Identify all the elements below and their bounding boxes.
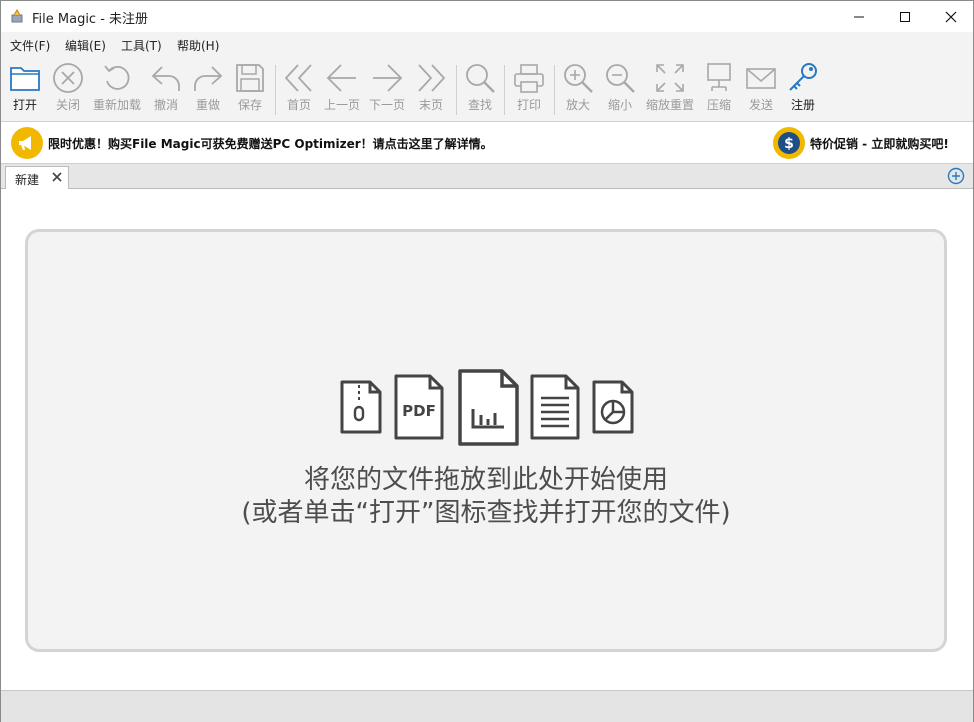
close-file-button[interactable]: 关闭 (49, 57, 87, 121)
megaphone-icon (11, 127, 43, 159)
double-chevron-left-icon (284, 64, 312, 92)
zoom-in-button[interactable]: 放大 (559, 57, 597, 121)
pdf-label: PDF (402, 402, 436, 420)
save-icon (236, 64, 264, 92)
last-label: 末页 (418, 98, 443, 112)
promo-offer-link[interactable]: 限时优惠！购买File Magic可获免费赠送PC Optimizer！请点击这… (48, 135, 493, 152)
close-circle-icon (53, 63, 83, 93)
reload-button[interactable]: 重新加载 (91, 57, 143, 121)
compress-button[interactable]: 压缩 (700, 57, 738, 121)
prev-label: 上一页 (323, 98, 360, 112)
minimize-icon (854, 16, 864, 17)
tab-label: 新建 (15, 173, 40, 187)
print-label: 打印 (516, 98, 541, 112)
zoom-reset-label: 缩放重置 (645, 98, 694, 112)
menu-bar: 文件(F) 编辑(E) 工具(T) 帮助(H) (1, 32, 973, 57)
zoom-out-button[interactable]: 缩小 (601, 57, 639, 121)
maximize-icon (900, 11, 910, 22)
close-label: 关闭 (55, 98, 80, 112)
menu-help[interactable]: 帮助(H) (177, 37, 219, 54)
close-icon (945, 11, 957, 22)
undo-button[interactable]: 撤消 (147, 57, 185, 121)
drop-hint: (或者单击“打开”图标查找并打开您的文件) (241, 498, 731, 528)
last-page-button[interactable]: 末页 (412, 57, 450, 121)
arrow-left-icon (326, 64, 356, 92)
envelope-icon (746, 68, 776, 89)
title-bar: File Magic - 未注册 (1, 1, 973, 32)
find-button[interactable]: 查找 (461, 57, 499, 121)
file-type-icons: PDF (340, 369, 634, 446)
document-file-icon (530, 374, 580, 440)
compress-label: 压缩 (706, 98, 731, 112)
prev-page-button[interactable]: 上一页 (322, 57, 362, 121)
register-label: 注册 (790, 98, 815, 112)
undo-label: 撤消 (153, 98, 178, 112)
app-logo-icon (11, 9, 23, 23)
tab-close-icon[interactable] (52, 172, 62, 182)
zoom-reset-button[interactable]: 缩放重置 (643, 57, 697, 121)
redo-icon (194, 66, 223, 91)
minimize-button[interactable] (836, 1, 882, 32)
dollar-icon: $ (773, 127, 805, 159)
key-icon (789, 63, 817, 91)
promo-bar[interactable]: 限时优惠！购买File Magic可获免费赠送PC Optimizer！请点击这… (1, 122, 973, 164)
svg-text:$: $ (784, 136, 794, 152)
promo-buy-link[interactable]: 特价促销 - 立即就购买吧! (810, 135, 949, 152)
compress-icon (707, 63, 731, 91)
first-page-button[interactable]: 首页 (280, 57, 318, 121)
expand-icon (656, 64, 684, 92)
zip-file-icon (340, 380, 382, 434)
zoom-in-label: 放大 (565, 98, 590, 112)
open-button[interactable]: 打开 (6, 57, 44, 121)
search-icon (466, 64, 495, 93)
double-chevron-right-icon (418, 64, 446, 92)
printer-icon (514, 64, 544, 93)
toolbar-divider (554, 65, 555, 115)
undo-icon (151, 66, 180, 91)
reload-icon (104, 65, 130, 90)
tab-new[interactable]: 新建 (5, 166, 69, 189)
folder-icon (10, 67, 40, 91)
menu-file[interactable]: 文件(F) (10, 37, 50, 54)
toolbar-divider (275, 65, 276, 115)
register-button[interactable]: 注册 (784, 57, 822, 121)
window-title: File Magic - 未注册 (32, 12, 149, 27)
menu-tools[interactable]: 工具(T) (121, 37, 162, 54)
toolbar-divider (504, 65, 505, 115)
add-tab-icon[interactable] (947, 167, 965, 185)
zoom-in-icon (564, 64, 593, 93)
maximize-button[interactable] (882, 1, 928, 32)
send-label: 发送 (748, 98, 773, 112)
save-button[interactable]: 保存 (231, 57, 269, 121)
first-label: 首页 (286, 98, 311, 112)
main-area: PDF 将您的文件拖放到此处开始使用 (或者单击“打开”图标查找并打开您的文件) (1, 189, 973, 689)
toolbar-divider (456, 65, 457, 115)
redo-button[interactable]: 重做 (189, 57, 227, 121)
pdf-file-icon: PDF (394, 374, 444, 440)
send-button[interactable]: 发送 (742, 57, 780, 121)
app-window: File Magic - 未注册 文件(F) 编辑(E) 工具(T) 帮助(H)… (0, 0, 974, 722)
zoom-out-icon (606, 64, 635, 93)
reload-label: 重新加载 (92, 98, 141, 112)
pie-chart-file-icon (592, 380, 634, 434)
open-label: 打开 (12, 98, 37, 112)
redo-label: 重做 (195, 98, 220, 112)
arrow-right-icon (373, 64, 403, 92)
status-bar (1, 690, 973, 722)
menu-edit[interactable]: 编辑(E) (65, 37, 106, 54)
tab-bar: 新建 (1, 164, 973, 189)
save-label: 保存 (237, 98, 262, 112)
chart-file-icon (458, 369, 519, 446)
next-label: 下一页 (368, 98, 405, 112)
next-page-button[interactable]: 下一页 (367, 57, 407, 121)
drop-instruction: 将您的文件拖放到此处开始使用 (303, 465, 668, 495)
file-drop-zone[interactable]: PDF 将您的文件拖放到此处开始使用 (或者单击“打开”图标查找并打开您的文件) (25, 229, 947, 652)
print-button[interactable]: 打印 (510, 57, 548, 121)
close-window-button[interactable] (928, 1, 974, 32)
zoom-out-label: 缩小 (607, 98, 632, 112)
find-label: 查找 (467, 98, 492, 112)
toolbar: 打开 关闭 重新加载 撤消 重做 保存 首页 上一页 下一页 末页 查找 打印 … (1, 57, 973, 122)
